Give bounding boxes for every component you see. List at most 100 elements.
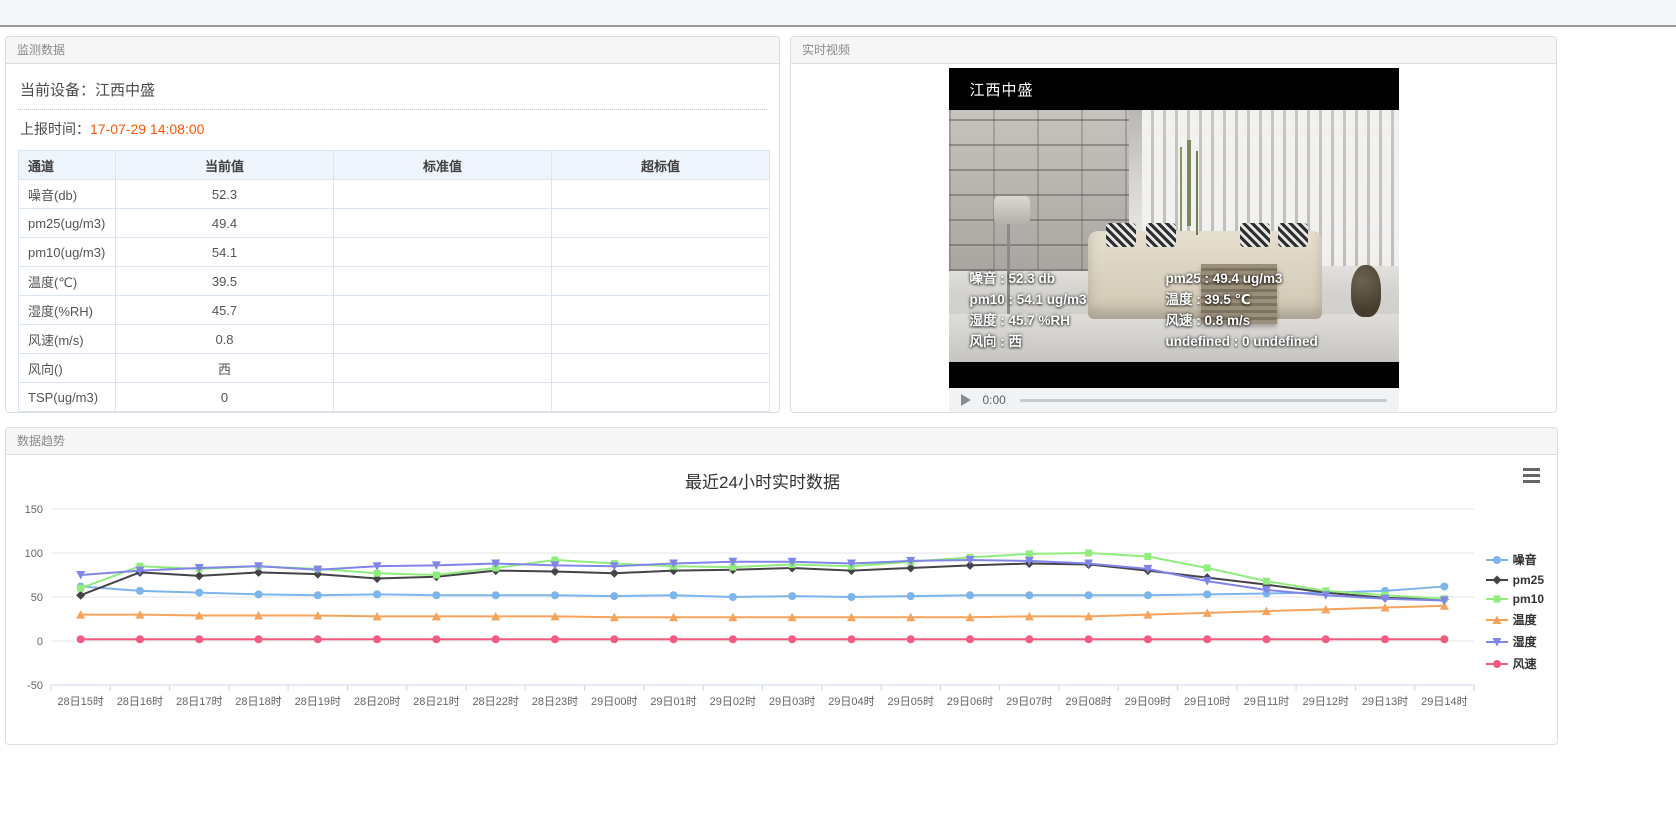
legend-item-3[interactable]: 温度 — [1486, 611, 1544, 628]
cell-exceed — [552, 296, 770, 325]
table-row: 噪音(db)52.3 — [19, 180, 770, 209]
svg-text:29日06时: 29日06时 — [947, 695, 993, 708]
svg-text:28日18时: 28日18时 — [235, 695, 281, 708]
cell-channel: 温度(℃) — [19, 267, 116, 296]
legend-item-1[interactable]: pm25 — [1486, 573, 1544, 587]
cell-exceed — [552, 180, 770, 209]
table-row: 温度(℃)39.5 — [19, 267, 770, 296]
overlay-value: 噪音 : 52.3 db — [970, 268, 1166, 289]
overlay-value: undefined : 0 undefined — [1166, 331, 1318, 352]
svg-text:28日15时: 28日15时 — [57, 695, 103, 708]
cell-exceed — [552, 354, 770, 383]
svg-text:29日12时: 29日12时 — [1303, 695, 1349, 708]
cell-channel: pm10(ug/m3) — [19, 238, 116, 267]
legend-marker-icon — [1486, 658, 1508, 670]
cell-standard — [334, 180, 552, 209]
report-time-value: 17-07-29 14:08:00 — [90, 121, 204, 137]
overlay-value: 温度 : 39.5 ℃ — [1166, 289, 1251, 310]
video-player[interactable]: 江西中盛 — [949, 68, 1399, 412]
cell-current: 52.3 — [116, 180, 334, 209]
table-row: pm25(ug/m3)49.4 — [19, 209, 770, 238]
legend-item-2[interactable]: pm10 — [1486, 592, 1544, 606]
svg-text:29日02时: 29日02时 — [710, 695, 756, 708]
svg-text:150: 150 — [25, 504, 43, 516]
svg-text:28日19时: 28日19时 — [295, 695, 341, 708]
overlay-data-row: pm10 : 54.1 ug/m3温度 : 39.5 ℃ — [970, 289, 1318, 310]
cell-current: 西 — [116, 354, 334, 383]
cell-standard — [334, 296, 552, 325]
report-time-label: 上报时间： — [20, 121, 90, 137]
video-letterbox-strip — [949, 362, 1399, 388]
svg-text:29日08时: 29日08时 — [1065, 695, 1111, 708]
current-device-label: 当前设备：江西中盛 — [18, 72, 767, 110]
legend-marker-icon — [1486, 574, 1508, 586]
svg-text:-50: -50 — [27, 680, 43, 692]
legend-label: 温度 — [1513, 611, 1537, 628]
svg-text:29日07时: 29日07时 — [1006, 695, 1052, 708]
lamp-shade-icon — [994, 196, 1030, 224]
pillow-decor — [1146, 223, 1176, 247]
table-header-2: 标准值 — [334, 151, 552, 180]
video-still-frame: 噪音 : 52.3 dbpm25 : 49.4 ug/m3pm10 : 54.1… — [949, 110, 1399, 362]
table-row: 风向()西 — [19, 354, 770, 383]
overlay-data-row: 噪音 : 52.3 dbpm25 : 49.4 ug/m3 — [970, 268, 1318, 289]
play-button[interactable] — [961, 394, 971, 406]
video-time: 0:00 — [983, 393, 1006, 407]
cell-standard — [334, 238, 552, 267]
cell-channel: 噪音(db) — [19, 180, 116, 209]
cell-current: 49.4 — [116, 209, 334, 238]
cell-current: 0 — [116, 383, 334, 412]
vase-decor — [1351, 265, 1381, 317]
svg-text:28日16时: 28日16时 — [117, 695, 163, 708]
cell-exceed — [552, 325, 770, 354]
table-header-1: 当前值 — [116, 151, 334, 180]
cell-channel: TSP(ug/m3) — [19, 383, 116, 412]
legend-marker-icon — [1486, 593, 1508, 605]
cell-exceed — [552, 383, 770, 412]
svg-text:28日22时: 28日22时 — [472, 695, 518, 708]
report-time-line: 上报时间：17-07-29 14:08:00 — [18, 110, 767, 148]
cell-exceed — [552, 238, 770, 267]
video-data-overlay: 噪音 : 52.3 dbpm25 : 49.4 ug/m3pm10 : 54.1… — [970, 268, 1318, 352]
cell-exceed — [552, 267, 770, 296]
legend-item-0[interactable]: 噪音 — [1486, 551, 1544, 568]
channel-table: 通道当前值标准值超标值 噪音(db)52.3pm25(ug/m3)49.4pm1… — [18, 150, 770, 412]
cell-channel: 风向() — [19, 354, 116, 383]
svg-text:28日21时: 28日21时 — [413, 695, 459, 708]
legend-marker-icon — [1486, 614, 1508, 626]
svg-text:29日09时: 29日09时 — [1125, 695, 1171, 708]
overlay-value: pm25 : 49.4 ug/m3 — [1166, 268, 1283, 289]
svg-text:29日13时: 29日13时 — [1362, 695, 1408, 708]
cell-channel: 风速(m/s) — [19, 325, 116, 354]
chart-title: 最近24小时实时数据 — [6, 468, 1519, 493]
legend-marker-icon — [1486, 554, 1508, 566]
legend-item-5[interactable]: 风速 — [1486, 655, 1544, 672]
legend-label: pm25 — [1513, 573, 1544, 587]
cell-current: 39.5 — [116, 267, 334, 296]
svg-text:29日14时: 29日14时 — [1421, 695, 1467, 708]
series-湿度 — [76, 556, 1449, 605]
plant-decor — [1187, 140, 1191, 226]
seek-bar[interactable] — [1020, 399, 1387, 402]
pillow-decor — [1240, 223, 1270, 247]
svg-text:100: 100 — [25, 548, 43, 560]
legend-item-4[interactable]: 湿度 — [1486, 633, 1544, 650]
svg-text:28日17时: 28日17时 — [176, 695, 222, 708]
video-control-bar: 0:00 — [949, 388, 1399, 412]
svg-text:29日11时: 29日11时 — [1244, 695, 1290, 708]
video-panel-title: 实时视频 — [791, 37, 1556, 64]
cell-standard — [334, 325, 552, 354]
page-content: 监测数据 当前设备：江西中盛 上报时间：17-07-29 14:08:00 通道… — [0, 27, 1558, 745]
svg-text:29日00时: 29日00时 — [591, 695, 637, 708]
chart-export-menu-icon[interactable] — [1523, 468, 1540, 486]
video-device-title: 江西中盛 — [949, 68, 1399, 110]
overlay-value: 湿度 : 45.7 %RH — [970, 310, 1166, 331]
legend-label: 湿度 — [1513, 633, 1537, 650]
cell-standard — [334, 354, 552, 383]
legend-marker-icon — [1486, 636, 1508, 648]
legend-label: 噪音 — [1513, 551, 1537, 568]
trend-chart-svg: -5005010015028日15时28日16时28日17时28日18时28日1… — [6, 501, 1556, 727]
table-header-row: 通道当前值标准值超标值 — [19, 151, 770, 180]
series-温度 — [76, 601, 1449, 621]
overlay-value: 风向 : 西 — [970, 331, 1166, 352]
